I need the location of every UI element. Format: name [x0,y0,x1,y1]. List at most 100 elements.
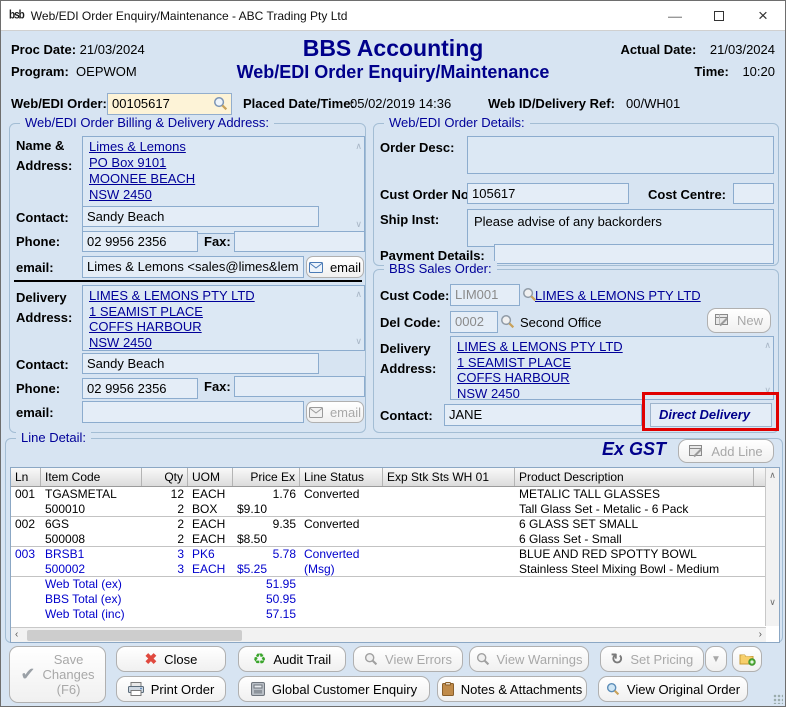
payment-details-input[interactable] [494,244,774,264]
total-cell [300,607,754,622]
scroll-down-icon[interactable]: ∨ [764,383,771,399]
recycle-icon: ♻ [253,650,266,668]
checkmark-icon: ✔ [20,664,35,685]
billing-email-label: email: [16,260,54,275]
cell-ln: 002 [11,517,41,532]
column-header[interactable]: Product Description [515,468,754,486]
cost-centre-label: Cost Centre: [648,187,726,202]
billing-phone-label: Phone: [16,234,60,249]
horizontal-scrollbar[interactable]: ‹ › [11,627,766,642]
cell-uom: PK6 [188,547,233,562]
column-header[interactable]: Ln [11,468,41,486]
address-link[interactable]: PO Box 9101 [89,155,358,171]
cost-centre-input[interactable] [733,183,774,204]
scroll-down-icon[interactable]: ∨ [355,216,362,232]
scroll-up-icon[interactable]: ∧ [355,287,362,303]
address-link[interactable]: COFFS HARBOUR [457,370,767,386]
line-row-continuation[interactable]: 5000082EACH$8.506 Glass Set - Small [11,532,779,547]
line-row[interactable]: 0026GS2EACH9.35Converted6 GLASS SET SMAL… [11,517,779,532]
cell-item: 6GS [41,517,142,532]
order-desc-input[interactable] [467,136,774,174]
cell-price: 1.76 [233,487,300,502]
placed-value: 05/02/2019 14:36 [350,96,451,111]
cell-status: Converted [300,517,383,532]
address-link[interactable]: MOONEE BEACH [89,171,358,187]
del-code-input[interactable]: 0002 [450,311,498,333]
cell-status: Converted [300,547,383,562]
cust-code-input[interactable]: LIM001 [450,284,520,306]
column-header[interactable]: Exp Stk Sts WH 01 [383,468,515,486]
scroll-up-icon[interactable]: ∧ [764,338,771,354]
cust-code-link[interactable]: LIMES & LEMONS PTY LTD [535,288,701,303]
time-label: Time: [694,61,728,83]
address-link[interactable]: 1 SEAMIST PLACE [457,355,767,371]
delivery-fax-input[interactable] [234,376,365,397]
audit-trail-button[interactable]: ♻ Audit Trail [238,646,346,672]
column-header[interactable]: Qty [142,468,188,486]
column-header[interactable]: Item Code [41,468,142,486]
printer-icon [128,682,144,696]
ship-inst-input[interactable]: Please advise of any backorders [467,209,774,247]
refresh-icon: ↻ [611,650,624,668]
billing-contact-label: Contact: [16,210,69,225]
notes-attachments-button[interactable]: Notes & Attachments [437,676,587,702]
address-link[interactable]: Limes & Lemons [89,139,358,155]
line-row-continuation[interactable]: 5000102BOX$9.10Tall Glass Set - Metalic … [11,502,779,517]
order-details-group: Web/EDI Order Details: Order Desc: Cust … [373,123,779,266]
bbs-contact-input[interactable]: JANE [444,404,642,426]
column-header[interactable]: Line Status [300,468,383,486]
bbs-group-title: BBS Sales Order: [384,261,497,276]
global-customer-enquiry-button[interactable]: Global Customer Enquiry [238,676,430,702]
address-link[interactable]: LIMES & LEMONS PTY LTD [457,339,767,355]
cust-order-input[interactable]: 105617 [467,183,629,204]
resize-grip[interactable] [773,694,783,704]
delivery-phone-input[interactable]: 02 9956 2356 [82,378,198,399]
print-order-button[interactable]: Print Order [116,676,226,702]
scroll-up-icon[interactable]: ∧ [766,468,779,481]
address-link[interactable]: NSW 2450 [89,187,358,203]
cell-item: BRSB1 [41,547,142,562]
bbs-delivery-address-box[interactable]: ∧ ∨ LIMES & LEMONS PTY LTD1 SEAMIST PLAC… [450,336,774,400]
close-x-icon: ✖ [145,650,158,668]
scroll-down-icon[interactable]: ∨ [766,597,779,608]
del-code-search-icon[interactable] [500,314,515,329]
scroll-right-icon[interactable]: › [759,629,762,640]
cell-uom: EACH [188,517,233,532]
delivery-address-box[interactable]: ∧ ∨ LIMES & LEMONS PTY LTD1 SEAMIST PLAC… [82,285,365,351]
billing-phone-input[interactable]: 02 9956 2356 [82,231,198,252]
address-link[interactable]: NSW 2450 [89,335,358,351]
minimize-button[interactable]: — [653,1,697,31]
billing-contact-input[interactable]: Sandy Beach [82,206,319,227]
vertical-scrollbar[interactable]: ∧ ∨ [765,468,779,626]
order-search-icon[interactable] [213,96,228,111]
close-button[interactable]: ✖ Close [116,646,226,672]
scroll-up-icon[interactable]: ∧ [355,138,362,154]
app-icon: bsb [9,9,24,22]
billing-email-button[interactable]: email [306,256,364,278]
horizontal-scroll-thumb[interactable] [27,630,242,641]
billing-fax-input[interactable] [234,231,365,252]
delivery-contact-input[interactable]: Sandy Beach [82,353,319,374]
maximize-button[interactable] [697,1,741,31]
delivery-address-label2: Address: [16,310,72,325]
delivery-email-input[interactable] [82,401,304,423]
view-original-order-button[interactable]: View Original Order [598,676,748,702]
billing-email-input[interactable]: Limes & Lemons <sales@limes&lem [82,256,304,278]
open-folder-button[interactable] [732,646,762,672]
column-header[interactable]: Price Ex [233,468,300,486]
address-link[interactable]: NSW 2450 [457,386,767,401]
header: Proc Date: 21/03/2024 Program: OEPWOM BB… [1,31,785,91]
scroll-down-icon[interactable]: ∨ [355,334,362,350]
scroll-left-icon[interactable]: ‹ [15,629,18,640]
line-row-continuation[interactable]: 5000023EACH$5.25(Msg)Stainless Steel Mix… [11,562,779,577]
address-link[interactable]: COFFS HARBOUR [89,319,358,335]
column-header[interactable]: UOM [188,468,233,486]
total-cell [11,607,41,622]
cell-qty: 2 [142,517,188,532]
line-row[interactable]: 003BRSB13PK65.78ConvertedBLUE AND RED SP… [11,547,779,562]
close-window-button[interactable]: × [741,1,785,31]
line-row[interactable]: 001TGASMETAL12EACH1.76ConvertedMETALIC T… [11,487,779,502]
new-icon [715,314,730,327]
address-link[interactable]: 1 SEAMIST PLACE [89,304,358,320]
address-link[interactable]: LIMES & LEMONS PTY LTD [89,288,358,304]
